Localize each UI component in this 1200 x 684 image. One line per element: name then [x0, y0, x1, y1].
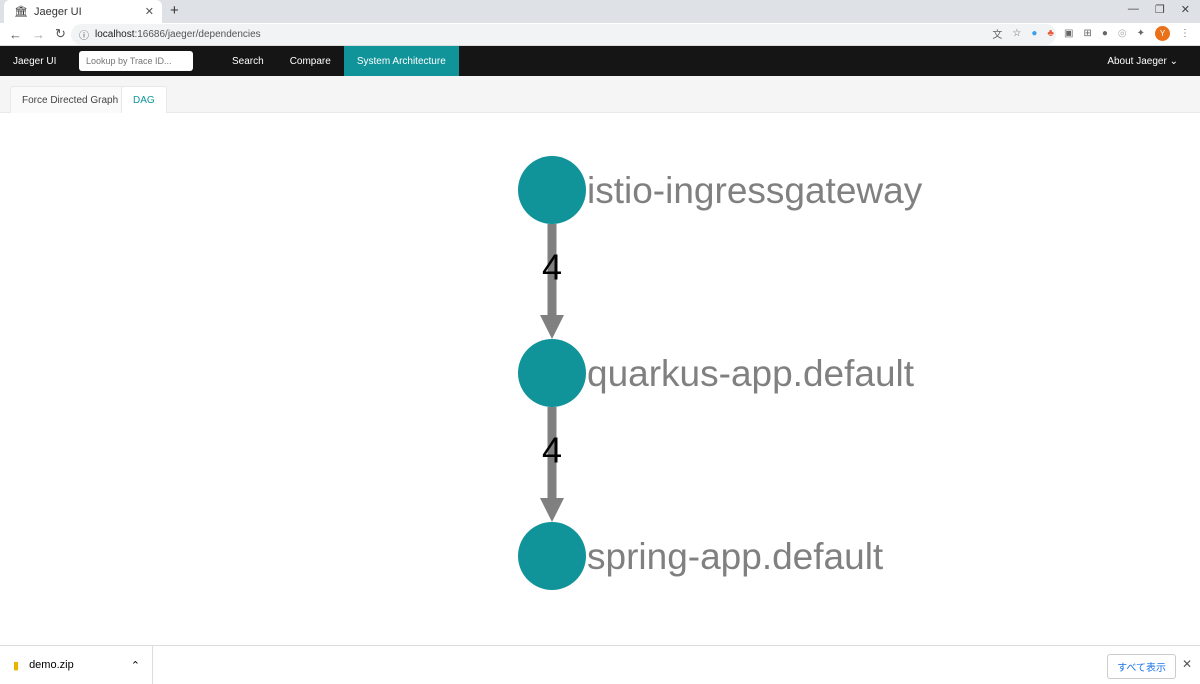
puzzle-icon[interactable]: ✦: [1137, 28, 1145, 39]
about-jaeger-menu[interactable]: About Jaeger ⌄: [1107, 56, 1178, 67]
new-tab-button[interactable]: +: [170, 2, 179, 19]
extension-icon[interactable]: ⊞: [1083, 28, 1091, 39]
edge-label: 4: [542, 430, 562, 471]
download-item[interactable]: ▮ demo.zip ⌃: [0, 646, 153, 684]
more-icon[interactable]: ⋮: [1180, 28, 1190, 39]
back-icon[interactable]: ←: [9, 27, 23, 42]
restore-icon[interactable]: ❐: [1155, 3, 1165, 16]
edge-arrowhead: [540, 315, 564, 339]
translate-icon[interactable]: ⽂: [992, 26, 1002, 41]
service-node-label: istio-ingressgateway: [587, 170, 923, 211]
edge-arrowhead: [540, 498, 564, 522]
dag-graph: 4 4 istio-ingressgateway quarkus-app.defaul…: [518, 156, 923, 590]
close-tab-icon[interactable]: ✕: [145, 5, 154, 18]
reload-icon[interactable]: ↻: [55, 26, 69, 42]
close-download-bar-icon[interactable]: ✕: [1182, 657, 1192, 671]
minimize-icon[interactable]: —: [1128, 3, 1139, 16]
nav-system-architecture[interactable]: System Architecture: [343, 46, 459, 76]
brand-link[interactable]: Jaeger UI: [13, 56, 79, 67]
extension-icon[interactable]: ●: [1102, 28, 1108, 39]
bookmark-star-icon[interactable]: ☆: [1012, 28, 1021, 39]
service-node[interactable]: [518, 522, 586, 590]
nav-compare[interactable]: Compare: [277, 46, 344, 76]
close-window-icon[interactable]: ✕: [1181, 3, 1190, 16]
trace-id-search-input[interactable]: [79, 51, 193, 71]
forward-icon[interactable]: →: [32, 27, 46, 42]
extension-icon[interactable]: ▣: [1064, 28, 1073, 39]
tab-dag[interactable]: DAG: [121, 86, 167, 113]
view-tabs: Force Directed Graph DAG: [0, 76, 1200, 113]
extension-icon[interactable]: ●: [1031, 28, 1037, 39]
browser-tab[interactable]: 🏛 Jaeger UI ✕: [4, 0, 162, 23]
show-all-button[interactable]: すべて表示: [1107, 654, 1176, 679]
chevron-up-icon[interactable]: ⌃: [131, 659, 140, 672]
service-node-label: spring-app.default: [587, 536, 884, 577]
avatar[interactable]: Y: [1155, 26, 1170, 41]
tab-force-directed-graph[interactable]: Force Directed Graph: [10, 86, 131, 113]
favicon-icon: 🏛: [14, 6, 28, 18]
info-icon: ⓘ: [79, 31, 89, 42]
nav-search[interactable]: Search: [219, 46, 277, 76]
extension-icon[interactable]: ♣: [1047, 28, 1054, 39]
jaeger-top-nav: Jaeger UI Search Compare System Architec…: [0, 46, 1200, 76]
download-bar: ▮ demo.zip ⌃ すべて表示 ✕: [0, 645, 1200, 684]
url-input[interactable]: ⓘ localhost:16686/jaeger/dependencies: [71, 24, 1056, 45]
address-bar-row: ← → ↻ ⓘ localhost:16686/jaeger/dependenci…: [0, 23, 1200, 46]
service-node-label: quarkus-app.default: [587, 353, 915, 394]
edge-label: 4: [542, 247, 562, 288]
browser-tab-strip: 🏛 Jaeger UI ✕ + — ❐ ✕: [0, 0, 1200, 23]
service-node[interactable]: [518, 156, 586, 224]
extension-icon[interactable]: ◎: [1118, 28, 1127, 39]
file-icon: ▮: [13, 659, 20, 672]
service-node[interactable]: [518, 339, 586, 407]
chevron-down-icon: ⌄: [1169, 55, 1178, 67]
